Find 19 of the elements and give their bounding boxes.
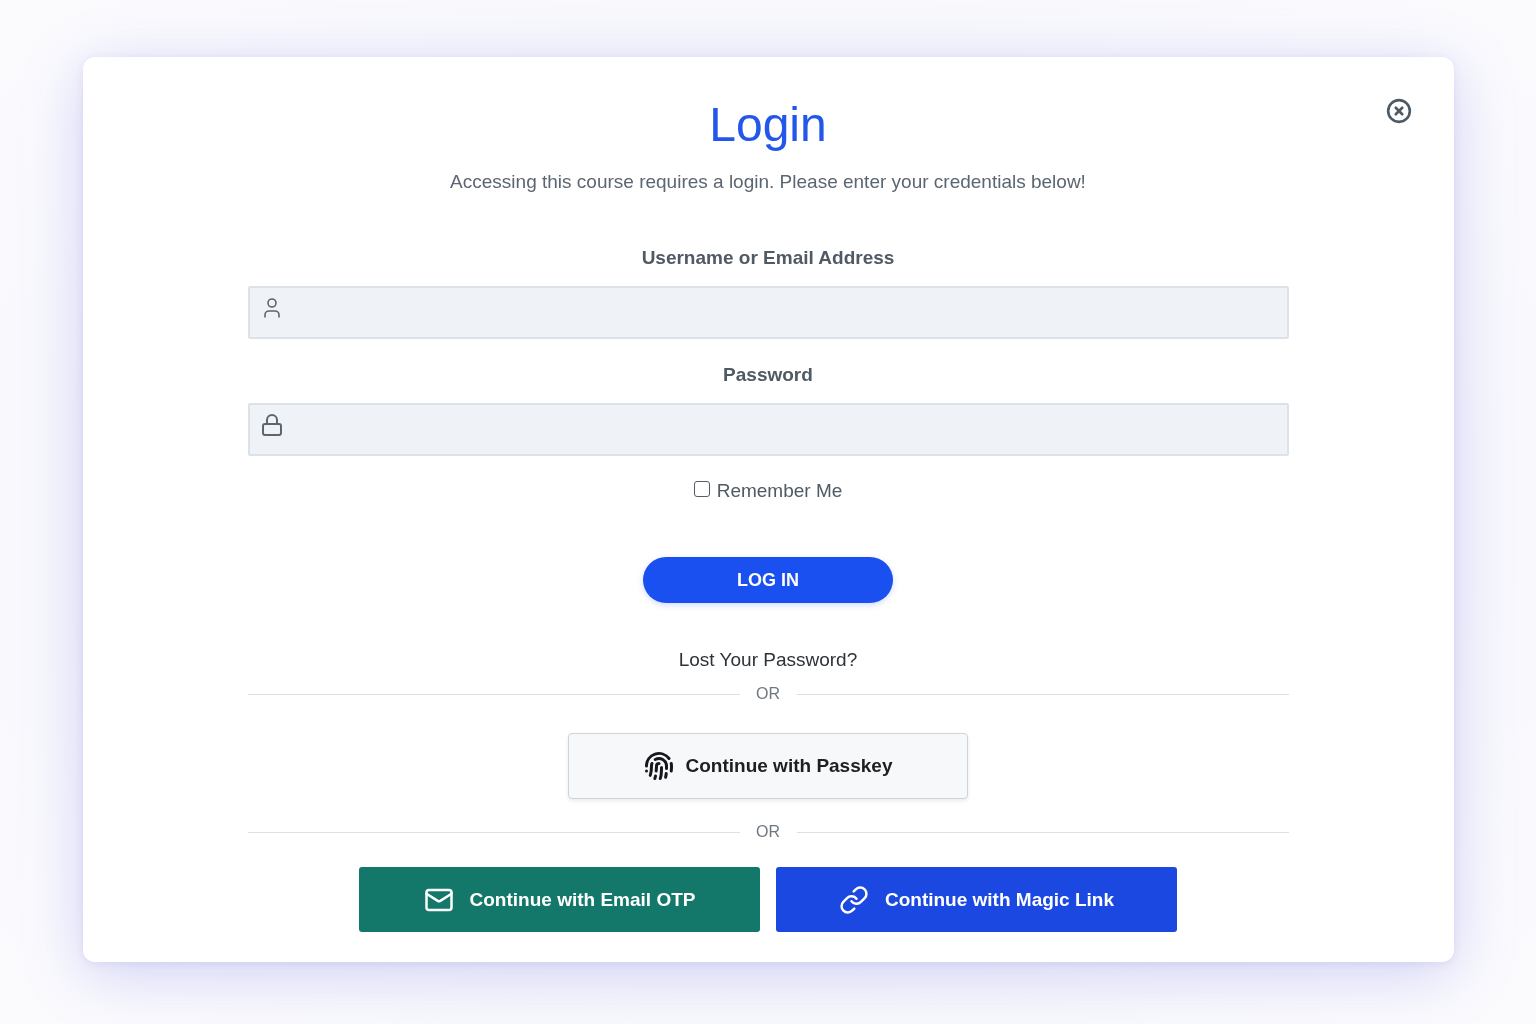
divider-label: OR <box>755 684 781 704</box>
link-icon <box>838 884 869 915</box>
dialog-title: Login <box>709 97 827 153</box>
fingerprint-icon <box>643 751 674 781</box>
login-button[interactable]: LOG IN <box>643 557 893 603</box>
password-field[interactable] <box>247 403 1289 456</box>
close-icon[interactable] <box>1385 98 1412 124</box>
field-label: Password <box>723 363 813 387</box>
lost-password-link[interactable]: Lost Your Password? <box>678 648 858 672</box>
email-otp-button[interactable]: Continue with Email OTP <box>359 867 760 932</box>
dialog-subtitle: Accessing this course requires a login. Please enter your credentials below! <box>450 170 1086 194</box>
remember-label: Remember Me <box>716 479 843 503</box>
divider-label: OR <box>755 822 781 842</box>
remember-checkbox[interactable] <box>693 481 710 497</box>
lock-icon <box>259 413 284 437</box>
field-label: Username or Email Address <box>641 246 895 270</box>
passkey-button[interactable]: Continue with Passkey <box>568 733 968 799</box>
magic-link-button[interactable]: Continue with Magic Link <box>776 867 1177 932</box>
username-field[interactable] <box>247 286 1289 339</box>
